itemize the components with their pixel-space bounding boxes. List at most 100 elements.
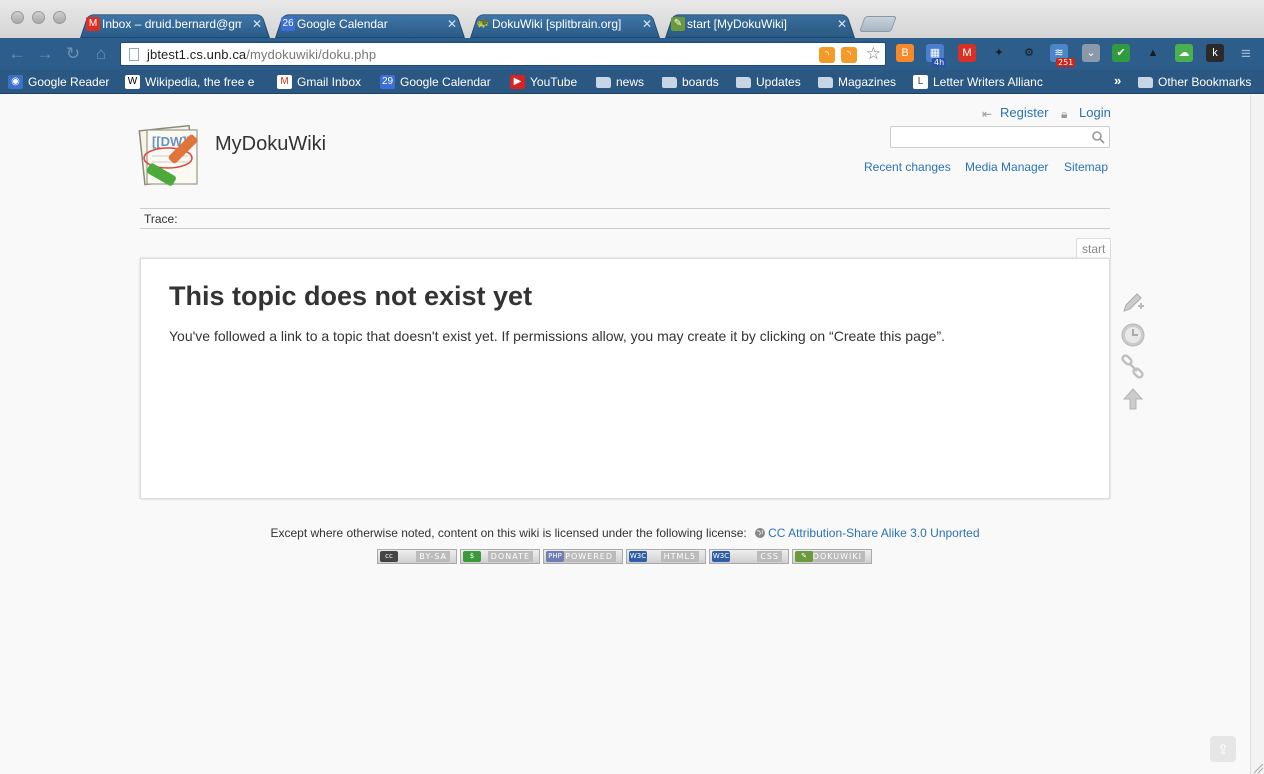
license-link[interactable]: CC Attribution-Share Alike 3.0 Unported bbox=[768, 526, 979, 540]
pocket-icon[interactable]: ⌄ bbox=[1082, 44, 1100, 62]
old-revisions-icon[interactable] bbox=[1120, 322, 1146, 348]
resize-grip-icon[interactable] bbox=[1250, 760, 1264, 774]
footer-badge-button[interactable]: W3C HTML5 bbox=[626, 549, 706, 564]
folder-icon bbox=[596, 77, 611, 88]
browser-tab[interactable]: ✎ start [MyDokuWiki] ✕ bbox=[665, 12, 855, 38]
tab-title: Google Calendar bbox=[297, 17, 388, 31]
address-bar[interactable]: jbtest1.cs.unb.ca/mydokuwiki/doku.php ◝ … bbox=[120, 42, 886, 66]
footer-badge-button[interactable]: W3C CSS bbox=[709, 549, 789, 564]
window-close-button[interactable] bbox=[11, 11, 24, 24]
tab-favicon-icon: M bbox=[86, 17, 100, 31]
tab-close-icon[interactable]: ✕ bbox=[447, 12, 457, 36]
footer-badge-button[interactable]: cc BY-SA bbox=[377, 549, 457, 564]
bookmark-folder[interactable]: Magazines bbox=[818, 74, 896, 90]
kindle-icon[interactable]: k bbox=[1206, 44, 1224, 62]
url-host: jbtest1.cs.unb.ca bbox=[147, 47, 247, 62]
window-minimize-button[interactable] bbox=[32, 11, 45, 24]
badge-label: HTML5 bbox=[660, 551, 699, 562]
breadcrumb: Trace: bbox=[140, 208, 1110, 229]
google-drive-icon[interactable]: ▲ bbox=[1144, 44, 1162, 62]
other-bookmarks-label: Other Bookmarks bbox=[1158, 75, 1252, 89]
badge-logo-icon: PHP bbox=[546, 551, 564, 562]
tab-title: start [MyDokuWiki] bbox=[687, 17, 788, 31]
badge-label: POWERED bbox=[562, 551, 616, 562]
search-icon[interactable] bbox=[1091, 130, 1105, 144]
bookmarks-bar: ◉ Google Reader W Wikipedia, the free e M Gma… bbox=[0, 70, 1264, 94]
wiki-page: [[DW]] MyDokuWiki ⇤ Register 🔒︎ Login Rece… bbox=[0, 95, 1250, 774]
bookmark-item[interactable]: ▶ YouTube bbox=[510, 74, 577, 90]
gmail-checker-icon[interactable]: M bbox=[958, 44, 976, 62]
page-content: This topic does not exist yet You've fol… bbox=[140, 258, 1110, 499]
recent-changes-link[interactable]: Recent changes bbox=[864, 160, 951, 174]
footer-badge-button[interactable]: ✎ DOKUWIKI bbox=[792, 549, 872, 564]
browser-tab[interactable]: M Inbox – druid.bernard@gm ✕ bbox=[80, 12, 270, 38]
home-icon[interactable]: ⌂ bbox=[91, 44, 111, 64]
tab-close-icon[interactable]: ✕ bbox=[837, 12, 847, 36]
other-bookmarks-folder[interactable]: Other Bookmarks bbox=[1138, 74, 1251, 90]
extension-badge: 251 bbox=[1056, 58, 1076, 67]
login-label: Login bbox=[1079, 105, 1111, 120]
tab-close-icon[interactable]: ✕ bbox=[642, 12, 652, 36]
bookmark-item[interactable]: M Gmail Inbox bbox=[277, 74, 361, 90]
task-check-icon[interactable]: ✔ bbox=[1112, 44, 1130, 62]
blogger-icon[interactable]: B bbox=[896, 44, 914, 62]
footer-badge-button[interactable]: PHP POWERED bbox=[543, 549, 623, 564]
license-notice: Except where otherwise noted, content on… bbox=[0, 526, 1250, 540]
forward-icon[interactable]: → bbox=[35, 44, 55, 64]
bookmark-folder[interactable]: Updates bbox=[736, 74, 801, 90]
back-icon[interactable]: ← bbox=[7, 44, 27, 64]
badge-logo-icon: W3C bbox=[629, 551, 647, 562]
tab-favicon-icon: 🐢 bbox=[476, 18, 490, 29]
bookmark-item[interactable]: ◉ Google Reader bbox=[8, 74, 109, 90]
search-input[interactable] bbox=[895, 127, 1085, 147]
badge-logo-icon: W3C bbox=[712, 551, 730, 562]
address-url[interactable]: jbtest1.cs.unb.ca/mydokuwiki/doku.php bbox=[147, 47, 376, 62]
page-heading: This topic does not exist yet bbox=[169, 281, 533, 311]
settings-gear-icon[interactable]: ⚙ bbox=[1020, 44, 1038, 62]
badge-label: CSS bbox=[757, 551, 782, 562]
rss-subscribe-icon[interactable]: ◝ bbox=[841, 47, 857, 63]
badge-logo-icon: ✎ bbox=[795, 551, 813, 562]
bookmark-label: Magazines bbox=[838, 75, 897, 89]
share-icon[interactable]: ⇪ bbox=[1210, 736, 1236, 762]
register-link[interactable]: ⇤ Register bbox=[982, 105, 1048, 120]
reload-icon[interactable]: ↻ bbox=[63, 44, 83, 64]
bookmark-folder[interactable]: boards bbox=[662, 74, 719, 90]
bookmark-item[interactable]: W Wikipedia, the free e bbox=[125, 74, 254, 90]
bookmark-folder[interactable]: news bbox=[596, 74, 644, 90]
bookmarks-overflow-chevron-icon[interactable]: » bbox=[1114, 73, 1121, 88]
tab-close-icon[interactable]: ✕ bbox=[252, 12, 262, 36]
dokuwiki-logo-icon[interactable]: [[DW]] bbox=[138, 122, 206, 188]
bookmark-item[interactable]: L Letter Writers Allianc bbox=[913, 74, 1043, 90]
window-zoom-button[interactable] bbox=[53, 11, 66, 24]
tab-favicon-icon: ✎ bbox=[671, 17, 685, 31]
search-box bbox=[890, 126, 1110, 148]
backlinks-icon[interactable] bbox=[1120, 354, 1146, 380]
browser-tab[interactable]: 26 Google Calendar ✕ bbox=[275, 12, 465, 38]
rss-feed-icon[interactable]: ◝ bbox=[819, 47, 835, 63]
page-scrollbar[interactable] bbox=[1250, 95, 1264, 774]
login-link[interactable]: 🔒︎ Login bbox=[1061, 105, 1111, 120]
trace-label: Trace: bbox=[144, 212, 178, 226]
bookmark-item[interactable]: 29 Google Calendar bbox=[380, 74, 491, 90]
bookmark-favicon-icon: ◉ bbox=[8, 75, 23, 89]
menu-icon[interactable]: ≡ bbox=[1236, 44, 1256, 64]
page-message: You've followed a link to a topic that d… bbox=[169, 328, 945, 344]
globe-icon bbox=[755, 528, 766, 538]
footer-badge-button[interactable]: $ DONATE bbox=[460, 549, 540, 564]
bookmark-label: Google Calendar bbox=[400, 75, 491, 89]
badge-label: DOKUWIKI bbox=[809, 551, 865, 562]
back-to-top-icon[interactable] bbox=[1120, 386, 1146, 412]
new-tab-button[interactable] bbox=[859, 16, 897, 32]
site-title[interactable]: MyDokuWiki bbox=[215, 133, 326, 156]
browser-tab[interactable]: 🐢 DokuWiki [splitbrain.org] ✕ bbox=[470, 12, 660, 38]
sitemap-link[interactable]: Sitemap bbox=[1064, 160, 1108, 174]
license-text: Except where otherwise noted, content on… bbox=[270, 526, 747, 540]
folder-icon bbox=[736, 77, 751, 88]
tab-title: Inbox – druid.bernard@gm bbox=[102, 17, 242, 31]
create-page-icon[interactable] bbox=[1120, 290, 1146, 316]
media-manager-link[interactable]: Media Manager bbox=[965, 160, 1048, 174]
bookmark-star-icon[interactable]: ☆ bbox=[866, 44, 881, 64]
twitter-icon[interactable]: ✦ bbox=[990, 44, 1008, 62]
cloud-icon[interactable]: ☁ bbox=[1175, 44, 1193, 62]
